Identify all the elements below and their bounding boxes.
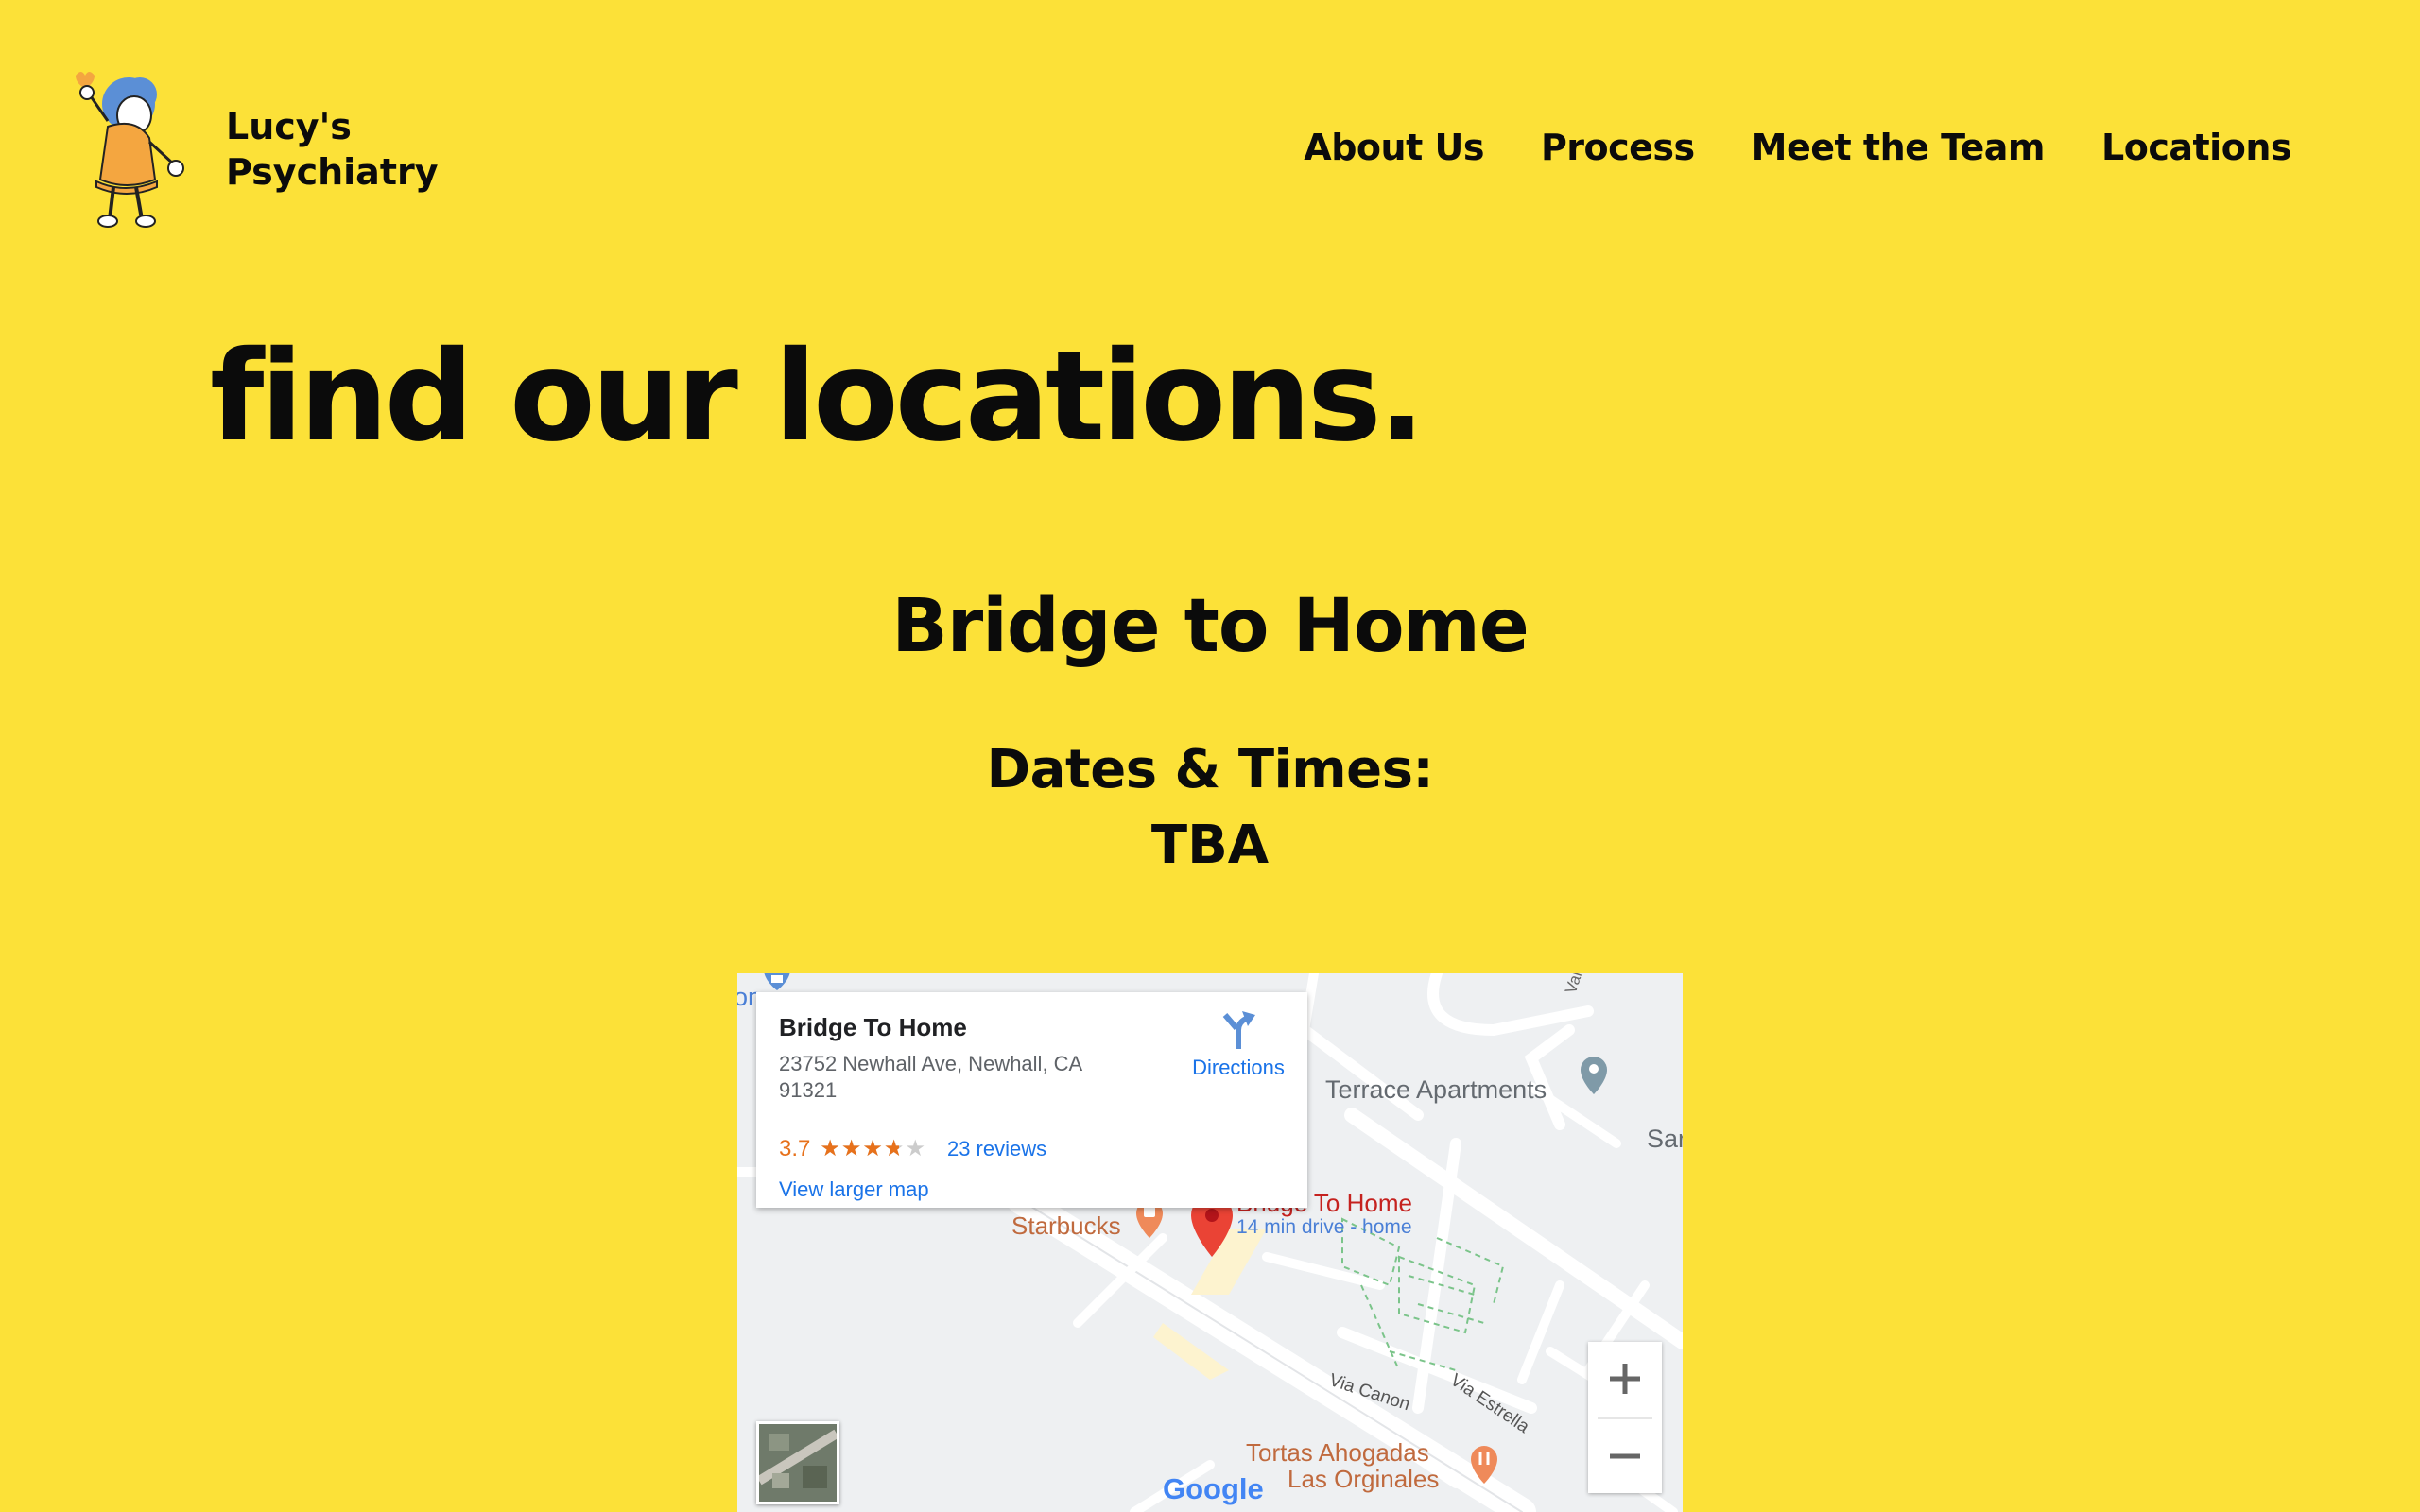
dates-label: Dates & Times: — [986, 739, 1434, 800]
map-label-sar: Sar — [1647, 1125, 1683, 1153]
place-name: Bridge To Home — [779, 1013, 967, 1041]
map-pin-drive-time: 14 min drive - home — [1236, 1216, 1412, 1238]
brand-line-2: Psychiatry — [226, 151, 439, 193]
place-address: 23752 Newhall Ave, Newhall, CA 91321 — [779, 1052, 1082, 1102]
nav-meet-the-team[interactable]: Meet the Team — [1752, 127, 2046, 168]
reviews-link[interactable]: 23 reviews — [947, 1137, 1046, 1161]
shopping-icon — [764, 973, 790, 990]
lucy-mascot-icon[interactable] — [70, 70, 193, 232]
directions-label: Directions — [1192, 1056, 1285, 1079]
nav-locations[interactable]: Locations — [2101, 127, 2291, 168]
directions-icon — [1222, 1011, 1255, 1049]
place-info-card: Bridge To Home 23752 Newhall Ave, Newhal… — [756, 992, 1307, 1208]
map-label-starbucks[interactable]: Starbucks — [1011, 1211, 1121, 1241]
zoom-out-icon — [1610, 1453, 1640, 1459]
directions-button[interactable]: Directions — [1182, 1009, 1295, 1080]
zoom-in-button[interactable] — [1588, 1342, 1662, 1416]
brand-line-1: Lucy's — [226, 106, 352, 147]
page-title: find our locations. — [210, 324, 1426, 470]
embedded-map[interactable]: on Valle D Terrace Apartments Sar Starbu… — [737, 973, 1683, 1512]
nav-about-us[interactable]: About Us — [1304, 127, 1484, 168]
rating-value: 3.7 — [779, 1136, 811, 1161]
brand-name[interactable]: Lucy's Psychiatry — [226, 104, 439, 195]
map-label-tortas-ahogadas[interactable]: Tortas Ahogadas — [1246, 1438, 1429, 1468]
map-label-terrace-apartments[interactable]: Terrace Apartments — [1325, 1075, 1547, 1105]
zoom-out-button[interactable] — [1588, 1419, 1662, 1493]
satellite-toggle[interactable] — [756, 1421, 839, 1504]
dates-value: TBA — [1150, 815, 1270, 876]
star-icon: ★★★★★★★★★★ — [820, 1136, 926, 1161]
nav-process[interactable]: Process — [1541, 127, 1695, 168]
zoom-controls — [1588, 1342, 1662, 1493]
location-name: Bridge to Home — [891, 584, 1529, 669]
satellite-thumbnail-icon — [759, 1424, 837, 1502]
place-marker-icon — [1581, 1057, 1607, 1094]
view-larger-map-link[interactable]: View larger map — [779, 1177, 929, 1202]
google-logo: Google — [1163, 1472, 1264, 1505]
rating-row: 3.7 ★★★★★★★★★★ 23 reviews — [779, 1136, 1046, 1162]
zoom-in-icon — [1610, 1364, 1640, 1394]
site-header: Lucy's Psychiatry About Us Process Meet … — [0, 0, 2420, 246]
main-nav: About Us Process Meet the Team Locations — [1304, 127, 2291, 168]
map-label-las-orginales[interactable]: Las Orginales — [1288, 1465, 1439, 1494]
